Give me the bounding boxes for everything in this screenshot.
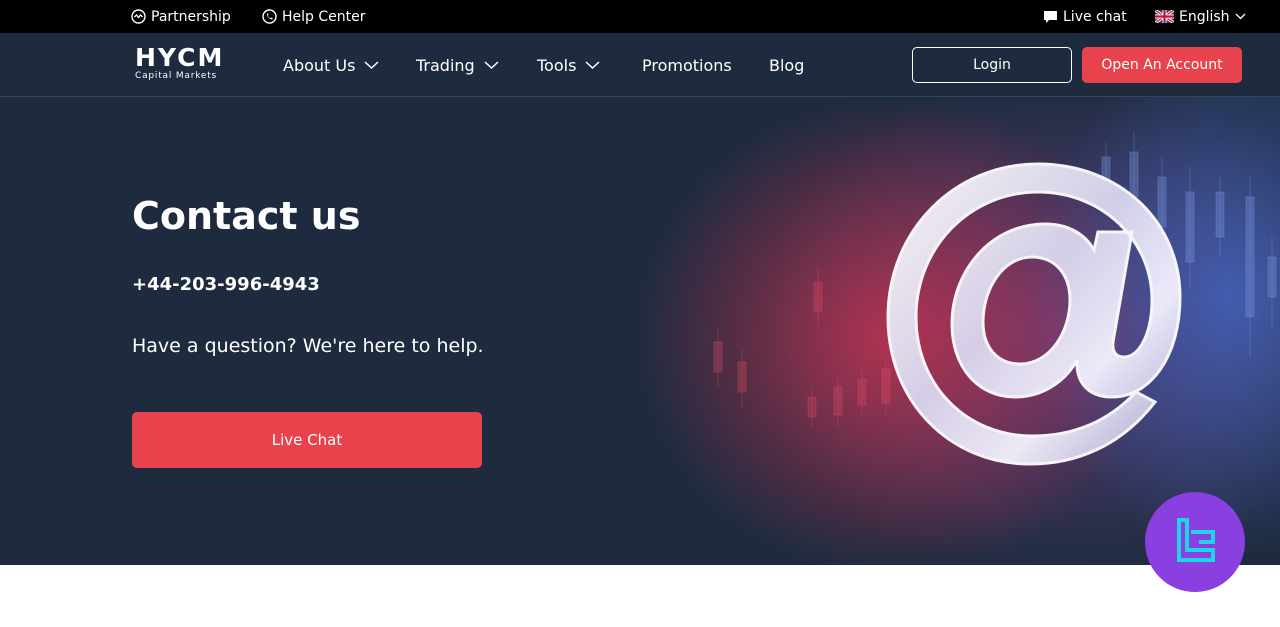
chevron-down-icon <box>585 61 600 70</box>
logo-subtitle: Capital Markets <box>135 71 218 81</box>
nav-item-label: About Us <box>283 55 356 75</box>
live-chat-button[interactable]: Live Chat <box>132 412 482 468</box>
nav-item-about-us[interactable]: About Us <box>283 33 379 97</box>
at-sign-icon <box>886 162 1182 466</box>
partnership-icon <box>131 9 146 24</box>
partnership-label: Partnership <box>151 8 231 25</box>
hero-subtitle: Have a question? We're here to help. <box>132 335 484 357</box>
chevron-down-icon <box>484 61 499 70</box>
top-utility-bar: Partnership Help Center Live chat Englis… <box>0 0 1280 33</box>
language-selector[interactable]: English <box>1155 0 1246 33</box>
open-account-button[interactable]: Open An Account <box>1082 47 1242 83</box>
chevron-down-icon <box>364 61 379 70</box>
nav-item-label: Tools <box>537 55 577 75</box>
hycm-logo[interactable]: HYCM Capital Markets <box>135 45 231 85</box>
main-navigation: HYCM Capital Markets About Us Trading To… <box>0 33 1280 97</box>
nav-item-label: Blog <box>769 55 805 75</box>
phone-icon <box>262 9 277 24</box>
language-label: English <box>1179 8 1230 25</box>
nav-item-trading[interactable]: Trading <box>416 33 499 97</box>
live-chat-label: Live chat <box>1063 8 1127 25</box>
nav-item-tools[interactable]: Tools <box>537 33 600 97</box>
contact-phone-number[interactable]: +44-203-996-4943 <box>132 274 320 295</box>
nav-item-label: Promotions <box>642 55 732 75</box>
help-center-link[interactable]: Help Center <box>262 0 366 33</box>
help-center-label: Help Center <box>282 8 366 25</box>
floating-badge[interactable] <box>1145 492 1245 592</box>
nav-item-label: Trading <box>416 55 475 75</box>
logo-mark: HYCM <box>135 43 225 72</box>
nav-item-promotions[interactable]: Promotions <box>642 33 732 97</box>
login-button[interactable]: Login <box>912 47 1072 83</box>
live-chat-link[interactable]: Live chat <box>1043 0 1127 33</box>
page-title: Contact us <box>132 194 361 238</box>
chevron-down-icon <box>1235 13 1246 20</box>
uk-flag-icon <box>1155 10 1174 23</box>
partnership-link[interactable]: Partnership <box>131 0 231 33</box>
nav-item-blog[interactable]: Blog <box>769 33 804 97</box>
contact-hero: Contact us +44-203-996-4943 Have a quest… <box>0 97 1280 565</box>
chat-bubble-icon <box>1043 9 1058 24</box>
tc-logo-icon <box>1177 518 1215 562</box>
